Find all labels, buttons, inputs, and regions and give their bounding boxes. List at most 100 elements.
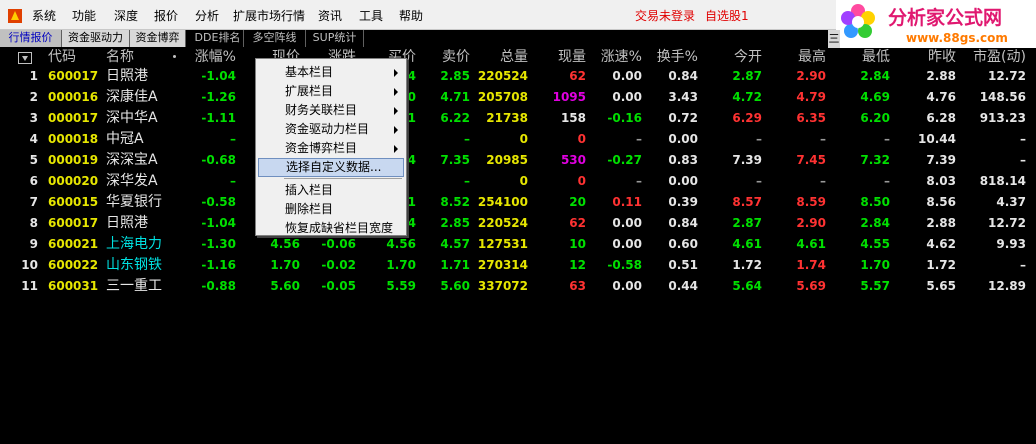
turnover-cell: 0.00	[668, 132, 698, 146]
speed-cell: 0.00	[612, 69, 642, 83]
col-header-low[interactable]: 最低	[826, 48, 890, 66]
tab-sup-stats[interactable]: SUP统计	[306, 30, 364, 47]
col-header-name[interactable]: 名称	[106, 48, 166, 66]
current-volume-cell: 530	[560, 153, 586, 167]
table-row[interactable]: 10 600022 山东钢铁 -1.16 1.70 -0.02 1.70 1.71 270314…	[0, 255, 1036, 276]
col-header-code[interactable]: 代码	[48, 48, 98, 66]
col-header-pe[interactable]: 市盈(动)	[956, 48, 1026, 66]
low-cell: 8.50	[860, 195, 890, 209]
table-row[interactable]: 11 600031 三一重工 -0.88 5.60 -0.05 5.59 5.60 337072…	[0, 276, 1036, 297]
trade-login-status[interactable]: 交易未登录	[635, 9, 695, 23]
speed-cell: 0.00	[612, 90, 642, 104]
app-logo-icon	[8, 9, 22, 23]
tab-dde-rank[interactable]: DDE排名	[192, 30, 244, 47]
submenu-arrow-icon	[394, 88, 398, 96]
high-cell: –	[820, 174, 826, 188]
col-header-volume[interactable]: 总量	[470, 48, 528, 66]
current-volume-cell: 10	[569, 237, 586, 251]
context-menu-item[interactable]: 插入栏目	[258, 181, 404, 200]
prev-close-cell: 8.03	[926, 174, 956, 188]
tab-overflow-button[interactable]: 三	[828, 30, 840, 48]
table-row[interactable]: 5 000019 深深宝A -0.68 4 7.35 20985 530 -0.27 0.83 7.…	[0, 150, 1036, 171]
col-header-turnover[interactable]: 换手%	[642, 48, 698, 66]
context-menu-item[interactable]: 资金驱动力栏目	[258, 120, 404, 139]
high-cell: 7.45	[796, 153, 826, 167]
low-cell: 4.55	[860, 237, 890, 251]
ask-cell: –	[464, 132, 470, 146]
context-menu-item[interactable]: 资金博弈栏目	[258, 139, 404, 158]
prev-close-cell: 5.65	[926, 279, 956, 293]
table-row[interactable]: 4 000018 中冠A – – 0 0 – 0.00 – – – 10.44 –	[0, 129, 1036, 150]
context-menu-item-label: 恢复成缺省栏目宽度	[285, 221, 394, 235]
volume-cell: 0	[519, 174, 528, 188]
speed-cell: 0.11	[612, 195, 642, 209]
prev-close-cell: 4.62	[926, 237, 956, 251]
high-cell: 5.69	[796, 279, 826, 293]
table-row[interactable]: 2 000016 深康佳A -1.26 0 4.71 205708 1095 0.00 3.43 4…	[0, 87, 1036, 108]
stock-name-cell: 深深宝A	[106, 152, 158, 168]
context-menu-item[interactable]: 恢复成缺省栏目宽度	[258, 219, 404, 238]
prev-close-cell: 8.56	[926, 195, 956, 209]
speed-cell: –	[636, 132, 642, 146]
column-context-menu[interactable]: 基本栏目 扩展栏目 财务关联栏目 资金驱动力栏目 资金博弈栏目 选择自定义数据... 插入栏…	[255, 58, 407, 236]
table-row[interactable]: 1 600017 日照港 -1.04 4 2.85 220524 62 0.00 0.84 2.87…	[0, 66, 1036, 87]
menu-system[interactable]: 系统	[32, 9, 56, 23]
menu-depth[interactable]: 深度	[114, 9, 138, 23]
ask-cell: –	[464, 174, 470, 188]
tab-fund-game[interactable]: 资金博弈	[130, 30, 186, 47]
low-cell: 2.84	[860, 69, 890, 83]
stock-name-cell: 深中华A	[106, 110, 158, 126]
volume-cell: 337072	[477, 279, 528, 293]
tab-fund-drive[interactable]: 资金驱动力	[62, 30, 130, 47]
change-pct-cell: –	[230, 132, 236, 146]
context-menu-item-label: 删除栏目	[285, 202, 334, 216]
menu-extended-market[interactable]: 扩展市场行情	[233, 9, 305, 23]
context-menu-item[interactable]: 删除栏目	[258, 200, 404, 219]
tab-long-short[interactable]: 多空阵线	[244, 30, 306, 47]
watchlist-indicator[interactable]: 自选股1	[705, 9, 749, 23]
current-volume-cell: 62	[569, 216, 586, 230]
stock-code-cell: 000016	[48, 90, 99, 104]
col-header-speed[interactable]: 涨速%	[586, 48, 642, 66]
tab-quotes[interactable]: 行情报价	[0, 30, 62, 47]
table-row[interactable]: 9 600021 上海电力 -1.30 4.56 -0.06 4.56 4.57 127531 1…	[0, 234, 1036, 255]
table-row[interactable]: 8 600017 日照港 -1.04 4 2.85 220524 62 0.00 0.84 2.87…	[0, 213, 1036, 234]
menu-analysis[interactable]: 分析	[195, 9, 219, 23]
change-pct-cell: -1.04	[201, 69, 236, 83]
menu-news[interactable]: 资讯	[318, 9, 342, 23]
turnover-cell: 3.43	[668, 90, 698, 104]
column-sort-dropdown[interactable]	[18, 52, 32, 64]
high-cell: 6.35	[796, 111, 826, 125]
col-header-open[interactable]: 今开	[698, 48, 762, 66]
volume-cell: 205708	[477, 90, 528, 104]
site-logo: 分析家公式网 www.88gs.com	[836, 0, 1036, 48]
context-menu-item[interactable]: 扩展栏目	[258, 82, 404, 101]
menu-function[interactable]: 功能	[72, 9, 96, 23]
low-cell: 6.20	[860, 111, 890, 125]
table-row[interactable]: 3 000017 深中华A -1.11 1 6.22 21738 158 -0.16 0.72 6.…	[0, 108, 1036, 129]
col-header-high[interactable]: 最高	[762, 48, 826, 66]
stock-name-cell: 深华发A	[106, 173, 158, 189]
context-menu-item[interactable]: 基本栏目	[258, 63, 404, 82]
open-cell: –	[756, 174, 762, 188]
table-row[interactable]: 7 600015 华夏银行 -0.58 1 8.52 254100 20 0.11 0.39 8.5…	[0, 192, 1036, 213]
change-pct-cell: -0.58	[201, 195, 236, 209]
context-menu-item[interactable]: 选择自定义数据...	[258, 158, 404, 177]
current-volume-cell: 63	[569, 279, 586, 293]
table-row[interactable]: 6 000020 深华发A – – 0 0 – 0.00 – – – 8.03 818.14	[0, 171, 1036, 192]
stock-name-cell: 日照港	[106, 68, 148, 84]
quote-grid[interactable]: 代码 名称 涨幅% 现价 涨跌 买价 卖价 总量 现量 涨速% 换手% 今开 最…	[0, 48, 1036, 444]
menu-tools[interactable]: 工具	[359, 9, 383, 23]
col-header-change-pct[interactable]: 涨幅%	[180, 48, 236, 66]
col-header-current-volume[interactable]: 现量	[528, 48, 586, 66]
submenu-arrow-icon	[394, 69, 398, 77]
menu-help[interactable]: 帮助	[399, 9, 423, 23]
submenu-arrow-icon	[394, 145, 398, 153]
context-menu-item[interactable]: 财务关联栏目	[258, 101, 404, 120]
turnover-cell: 0.83	[668, 153, 698, 167]
col-header-ask[interactable]: 卖价	[416, 48, 470, 66]
speed-cell: -0.58	[607, 258, 642, 272]
change-pct-cell: -1.16	[201, 258, 236, 272]
col-header-prev-close[interactable]: 昨收	[890, 48, 956, 66]
menu-quote[interactable]: 报价	[154, 9, 178, 23]
